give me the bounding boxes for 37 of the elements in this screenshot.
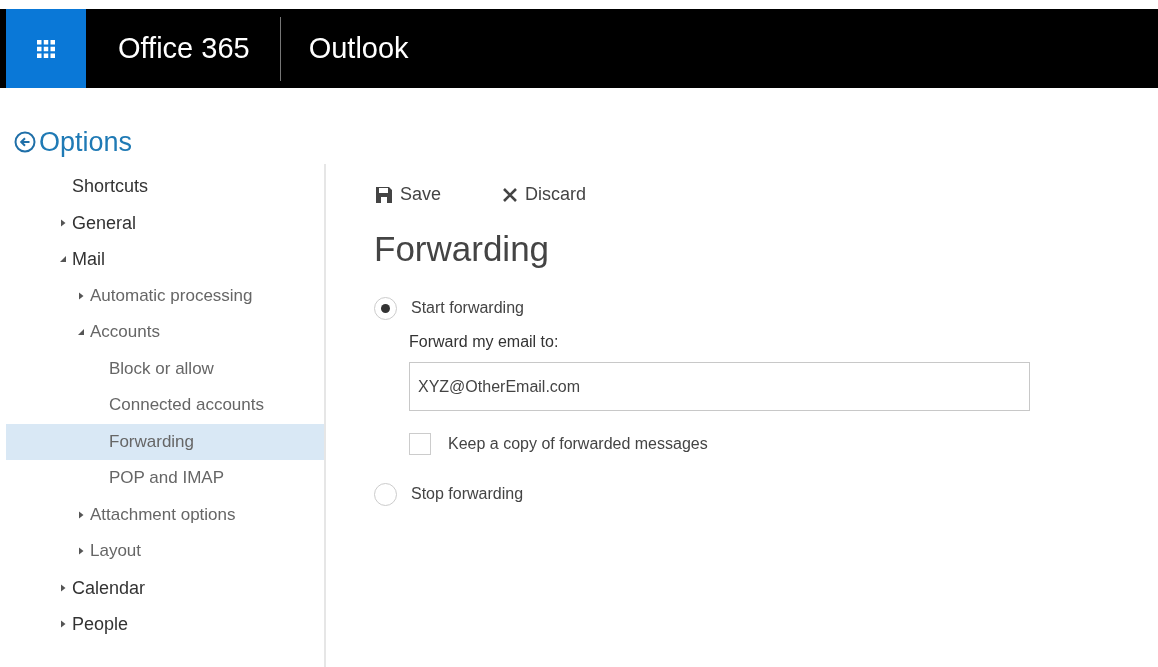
stop-forwarding-radio[interactable]: Stop forwarding	[374, 481, 1030, 507]
email-input-field[interactable]: XYZ@OtherEmail.com	[409, 362, 1030, 411]
keep-copy-label: Keep a copy of forwarded messages	[448, 435, 708, 453]
options-title[interactable]: Options	[39, 126, 133, 158]
nav-item[interactable]: General	[6, 204, 324, 241]
caret-icon[interactable]	[59, 255, 67, 263]
nav-item[interactable]: Shortcuts	[6, 168, 324, 205]
nav-item[interactable]: People	[6, 606, 324, 643]
discard-button[interactable]: Discard	[501, 180, 589, 209]
nav-item[interactable]: Layout	[6, 533, 324, 570]
nav-item[interactable]: Mail	[6, 241, 324, 278]
caret-icon[interactable]	[59, 620, 67, 628]
caret-icon[interactable]	[77, 547, 85, 555]
keep-copy-checkbox[interactable]	[409, 433, 431, 455]
nav-item[interactable]: Connected accounts	[6, 387, 324, 424]
nav-item[interactable]: Calendar	[6, 569, 324, 606]
caret-icon[interactable]	[59, 218, 67, 227]
suite-title[interactable]: Office 365	[118, 32, 250, 65]
nav-item[interactable]: POP and IMAP	[6, 460, 324, 497]
caret-icon[interactable]	[59, 583, 67, 592]
forward-label: Forward my email to:	[409, 333, 560, 351]
start-forwarding-radio[interactable]: Start forwarding	[374, 295, 1030, 321]
save-button[interactable]: Save	[374, 180, 444, 209]
grid-icon	[37, 39, 55, 58]
nav-item[interactable]: Block or allow	[6, 350, 324, 387]
back-icon[interactable]	[14, 131, 36, 153]
page-heading: Forwarding	[374, 229, 551, 269]
close-icon	[503, 187, 518, 202]
caret-icon[interactable]	[77, 510, 85, 519]
app-title[interactable]: Outlook	[308, 32, 409, 65]
nav-item[interactable]: Accounts	[6, 314, 324, 351]
caret-icon[interactable]	[77, 328, 85, 336]
caret-icon[interactable]	[77, 291, 85, 300]
nav-item[interactable]: Forwarding	[6, 423, 324, 460]
app-launcher-button[interactable]	[6, 9, 86, 88]
nav-item[interactable]: Attachment options	[6, 496, 324, 533]
nav-item[interactable]: Automatic processing	[6, 277, 324, 314]
